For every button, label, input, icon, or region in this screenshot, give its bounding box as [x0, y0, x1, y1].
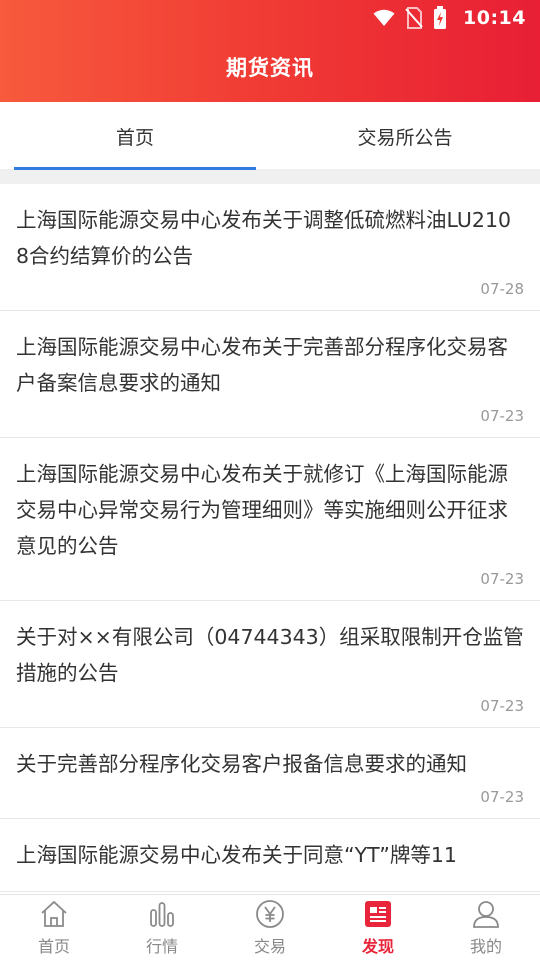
- news-date: 07-23: [480, 788, 524, 806]
- tab-bar: 首页 交易所公告: [0, 102, 540, 170]
- section-divider: [0, 170, 540, 184]
- nav-mine-label: 我的: [469, 937, 502, 956]
- nav-discover[interactable]: 发现: [324, 895, 432, 960]
- nav-home-label: 首页: [37, 937, 70, 956]
- nav-mine[interactable]: 我的: [432, 895, 540, 960]
- nav-home[interactable]: 首页: [0, 895, 108, 960]
- nav-market[interactable]: 行情: [108, 895, 216, 960]
- news-date: 07-23: [480, 697, 524, 715]
- news-title: 关于对××有限公司（04744343）组采取限制开仓监管措施的公告: [16, 625, 524, 685]
- news-date: 07-28: [480, 280, 524, 298]
- wifi-icon: [373, 9, 395, 27]
- news-title: 上海国际能源交易中心发布关于同意“YT”牌等11: [16, 843, 457, 867]
- status-time: 10:14: [463, 7, 526, 29]
- page-title: 期货资讯: [226, 56, 314, 80]
- battery-charging-icon: [433, 6, 447, 30]
- nav-discover-label: 发现: [361, 937, 394, 956]
- header: 10:14 期货资讯: [0, 0, 540, 102]
- status-bar: 10:14: [0, 0, 540, 36]
- news-date: 07-23: [480, 570, 524, 588]
- nav-trade[interactable]: 交易: [216, 895, 324, 960]
- news-title: 上海国际能源交易中心发布关于调整低硫燃料油LU2108合约结算价的公告: [16, 208, 512, 268]
- news-item[interactable]: 上海国际能源交易中心发布关于就修订《上海国际能源交易中心异常交易行为管理细则》等…: [0, 438, 540, 601]
- news-item[interactable]: 上海国际能源交易中心发布关于调整低硫燃料油LU2108合约结算价的公告 07-2…: [0, 184, 540, 311]
- tab-home[interactable]: 首页: [0, 102, 270, 170]
- news-item[interactable]: 上海国际能源交易中心发布关于同意“YT”牌等11: [0, 819, 540, 892]
- chart-bars-icon: [145, 897, 179, 931]
- news-title: 关于完善部分程序化交易客户报备信息要求的通知: [16, 752, 467, 776]
- no-sim-icon: [405, 7, 423, 29]
- bottom-nav: 首页 行情 交易 发现 我的: [0, 894, 540, 960]
- tab-exchange-announcements[interactable]: 交易所公告: [270, 102, 540, 170]
- news-title: 上海国际能源交易中心发布关于就修订《上海国际能源交易中心异常交易行为管理细则》等…: [16, 462, 508, 558]
- news-date: 07-23: [480, 407, 524, 425]
- app-screen: 10:14 期货资讯 首页 交易所公告 上海国际能源交易中心发布关于调整低硫燃料…: [0, 0, 540, 960]
- person-icon: [469, 897, 503, 931]
- news-item[interactable]: 关于完善部分程序化交易客户报备信息要求的通知 07-23: [0, 728, 540, 819]
- yen-coin-icon: [253, 897, 287, 931]
- nav-trade-label: 交易: [253, 937, 286, 956]
- news-list[interactable]: 上海国际能源交易中心发布关于调整低硫燃料油LU2108合约结算价的公告 07-2…: [0, 184, 540, 894]
- news-title: 上海国际能源交易中心发布关于完善部分程序化交易客户备案信息要求的通知: [16, 335, 508, 395]
- tab-home-label: 首页: [115, 126, 154, 149]
- tab-exchange-announcements-label: 交易所公告: [357, 126, 453, 149]
- news-item[interactable]: 上海国际能源交易中心发布关于完善部分程序化交易客户备案信息要求的通知 07-23: [0, 311, 540, 438]
- news-icon: [361, 897, 395, 931]
- nav-market-label: 行情: [145, 937, 178, 956]
- home-icon: [37, 897, 71, 931]
- news-item[interactable]: 关于对××有限公司（04744343）组采取限制开仓监管措施的公告 07-23: [0, 601, 540, 728]
